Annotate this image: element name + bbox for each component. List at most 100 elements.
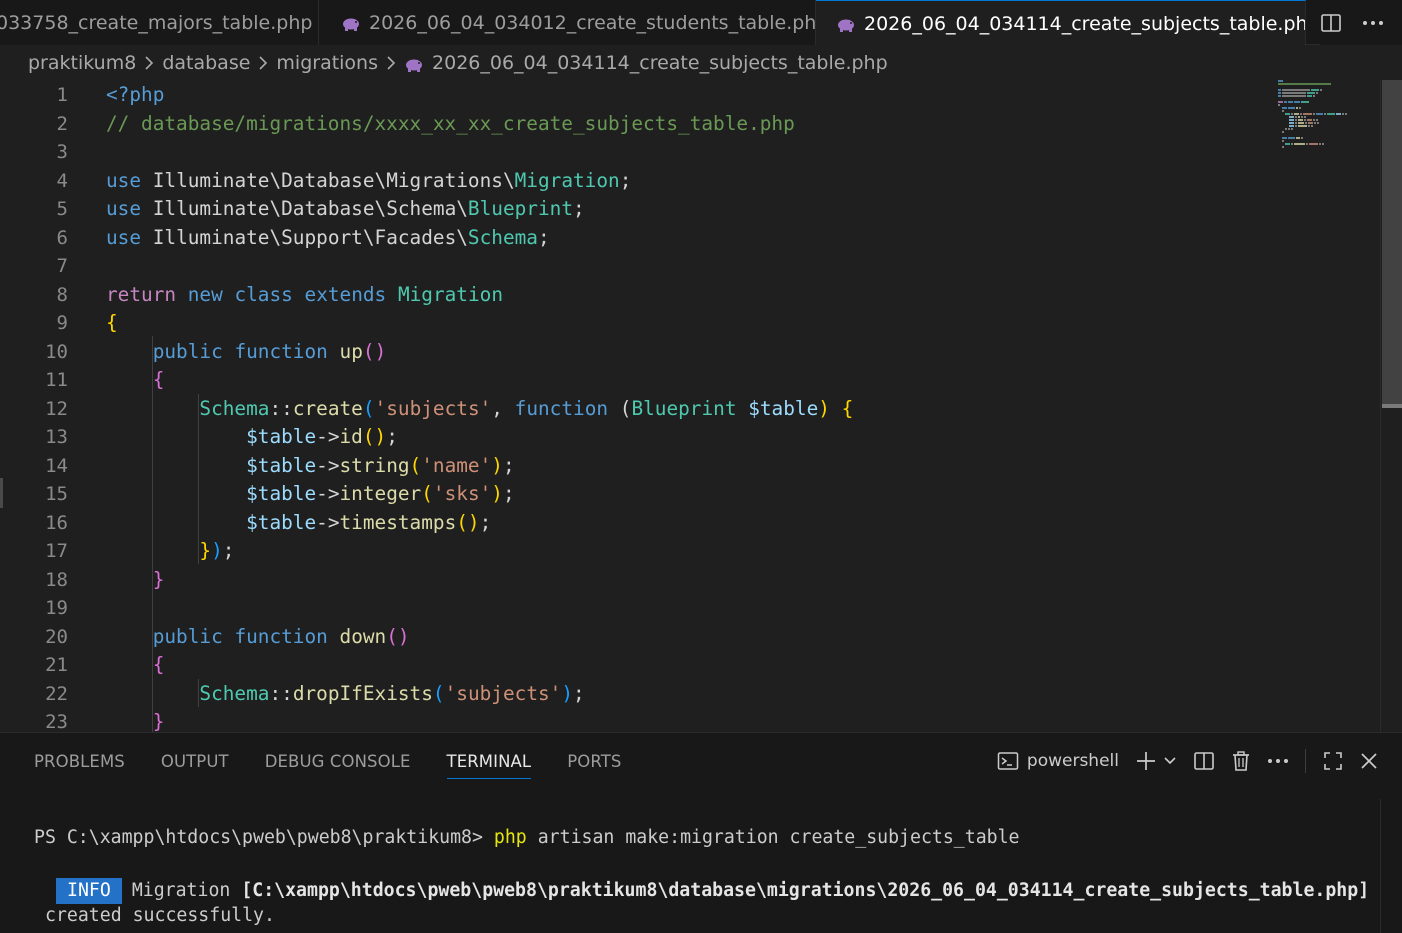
minimap[interactable] (1276, 80, 1380, 732)
code-token: $table (246, 425, 317, 448)
minimap-token (1298, 122, 1304, 124)
code-token: up (339, 339, 363, 363)
code-line[interactable]: return new class extends Migration (106, 281, 503, 310)
breadcrumb-item-file[interactable]: 2026_06_04_034114_create_subjects_table.… (432, 52, 888, 74)
more-actions-icon[interactable] (1267, 758, 1289, 764)
tab-subjects-migration[interactable]: 2026_06_04_034114_create_subjects_table.… (816, 0, 1306, 46)
minimap-token (1278, 83, 1331, 85)
code-token: ; (222, 539, 235, 562)
breadcrumb-item-praktikum8[interactable]: praktikum8 (28, 52, 136, 74)
trash-icon[interactable] (1231, 750, 1251, 772)
tab-majors-migration[interactable]: 033758_create_majors_table.php (0, 0, 319, 45)
line-number: 20 (45, 625, 68, 648)
terminal-output[interactable]: PS C:\xampp\htdocs\pweb\pweb8\praktikum8… (0, 789, 1380, 933)
code-line[interactable]: use Illuminate\Database\Schema\Blueprint… (106, 195, 585, 224)
code-line[interactable]: public function down() (106, 623, 410, 652)
code-token: :: (269, 396, 293, 420)
code-line[interactable]: $table->integer('sks'); (106, 480, 515, 509)
minimap-token (1282, 140, 1284, 142)
breadcrumb-item-migrations[interactable]: migrations (276, 52, 378, 74)
code-line[interactable]: use Illuminate\Support\Facades\Schema; (106, 224, 550, 253)
code-line[interactable]: use Illuminate\Database\Migrations\Migra… (106, 167, 631, 196)
more-actions-icon[interactable] (1362, 20, 1384, 26)
code-token: ( (619, 396, 632, 420)
minimap-token (1336, 113, 1341, 115)
editor-scrollbar-thumb[interactable] (1382, 80, 1402, 408)
tab-ports[interactable]: PORTS (567, 733, 621, 789)
terminal-prompt: PS C:\xampp\htdocs\pweb\pweb8\praktikum8… (34, 827, 494, 848)
code-line[interactable]: $table->id(); (106, 423, 398, 452)
line-number: 5 (56, 198, 68, 220)
code-line[interactable]: $table->string('name'); (106, 452, 515, 481)
chevron-right-icon (386, 56, 396, 70)
minimap-token (1313, 119, 1315, 121)
code-token: -> (316, 482, 340, 505)
code-line[interactable]: Schema::create('subjects', function (Blu… (106, 395, 853, 424)
code-line[interactable]: }); (106, 537, 234, 566)
chevron-down-icon[interactable] (1163, 756, 1177, 766)
line-number: 11 (45, 369, 68, 391)
line-number: 10 (45, 340, 68, 363)
code-token: Blueprint (467, 197, 573, 220)
minimap-token (1288, 101, 1293, 103)
split-terminal-icon[interactable] (1193, 751, 1215, 771)
code-line[interactable]: public function up() (106, 338, 387, 367)
line-number: 3 (56, 141, 68, 163)
code-line[interactable]: } (106, 708, 165, 732)
minimap-token (1307, 95, 1312, 97)
minimap-token (1301, 101, 1309, 103)
line-number: 2 (56, 112, 68, 135)
code-token: function (234, 339, 328, 363)
code-token: $table (246, 510, 317, 534)
code-token: } (152, 567, 165, 591)
code-line[interactable]: { (106, 366, 165, 395)
terminal-shell-selector[interactable]: powershell (997, 751, 1119, 771)
code-token: { (841, 396, 854, 420)
minimap-token (1324, 113, 1326, 115)
line-number: 12 (45, 397, 68, 420)
code-line[interactable]: { (106, 309, 118, 338)
line-number: 1 (56, 84, 68, 106)
code-token: // database/migrations/xxxx_xx_xx_create… (106, 111, 795, 135)
minimap-token (1303, 113, 1312, 115)
code-token: Schema (199, 396, 270, 420)
tab-output[interactable]: OUTPUT (161, 733, 229, 789)
code-line[interactable]: } (106, 566, 165, 595)
minimap-token (1278, 104, 1280, 106)
code-token: dropIfExists (292, 681, 433, 705)
minimap-token (1284, 101, 1287, 103)
code-token: -> (316, 510, 340, 534)
new-terminal-icon[interactable] (1135, 750, 1157, 772)
code-line[interactable]: // database/migrations/xxxx_xx_xx_create… (106, 110, 795, 139)
minimap-token (1285, 128, 1287, 130)
code-line[interactable]: Schema::dropIfExists('subjects'); (106, 680, 584, 709)
maximize-panel-icon[interactable] (1322, 750, 1344, 772)
code-token: down (339, 624, 387, 648)
breadcrumb-item-database[interactable]: database (162, 52, 250, 74)
tab-terminal[interactable]: TERMINAL (446, 733, 532, 789)
code-line[interactable]: { (106, 651, 165, 680)
minimap-token (1285, 113, 1290, 115)
code-token: ) (818, 396, 830, 420)
split-editor-icon[interactable] (1320, 13, 1342, 33)
code-token: } (152, 710, 165, 732)
close-panel-icon[interactable] (1360, 752, 1378, 770)
tab-students-migration[interactable]: 2026_06_04_034012_create_students_table.… (319, 0, 816, 45)
line-number: 16 (45, 511, 68, 534)
minimap-token (1285, 143, 1290, 145)
code-token: () (362, 339, 387, 363)
terminal-scrollbar[interactable] (1380, 799, 1402, 933)
code-line[interactable]: <?php (106, 81, 164, 110)
minimap-token (1291, 128, 1293, 130)
php-elephant-icon (836, 16, 856, 32)
cursor-position-mark (1382, 404, 1402, 408)
code-line[interactable]: $table->timestamps(); (106, 509, 491, 538)
code-token: ; (573, 197, 585, 220)
tab-debug-console[interactable]: DEBUG CONSOLE (265, 733, 411, 789)
code-editor[interactable]: 1 2 3 4 5 6 7 8 9 10 11 12 13 14 15 16 17 18 19 20 21 22 23 <?… (0, 80, 1402, 732)
line-number: 7 (56, 255, 68, 277)
tab-problems[interactable]: PROBLEMS (34, 733, 125, 789)
